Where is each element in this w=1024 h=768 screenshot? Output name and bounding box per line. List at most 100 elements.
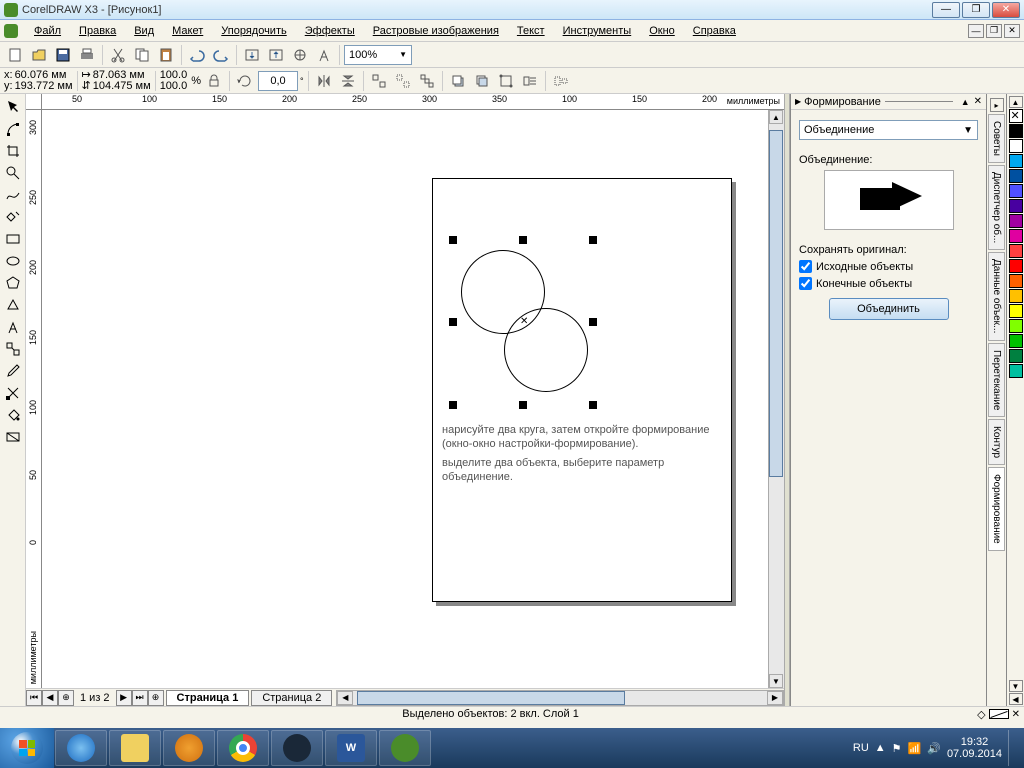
operation-select[interactable]: Объединение▼ <box>799 120 978 140</box>
task-steam[interactable] <box>271 730 323 766</box>
tray-show-hidden[interactable]: ▲ <box>875 742 886 754</box>
task-ie[interactable] <box>55 730 107 766</box>
menu-app-icon[interactable] <box>4 24 18 38</box>
maximize-button[interactable]: ❐ <box>962 2 990 18</box>
menu-help[interactable]: Справка <box>685 23 744 39</box>
fill-indicator[interactable] <box>989 709 1009 719</box>
palette-flyout-button[interactable]: ◀ <box>1009 693 1023 705</box>
ellipse-tool[interactable] <box>1 250 25 272</box>
freehand-tool[interactable] <box>1 184 25 206</box>
tab-shaping[interactable]: Формирование <box>988 467 1005 551</box>
height-input[interactable]: 104.475 мм <box>93 81 151 92</box>
lock-ratio-button[interactable] <box>203 70 225 92</box>
swatch-11[interactable] <box>1009 289 1023 303</box>
tab-blend[interactable]: Перетекание <box>988 343 1005 417</box>
app-launcher-button[interactable] <box>289 44 311 66</box>
y-coord[interactable]: 193.772 мм <box>15 81 73 92</box>
menu-edit[interactable]: Правка <box>71 23 124 39</box>
ungroup-button[interactable] <box>368 70 390 92</box>
sel-handle-mr[interactable] <box>589 318 597 326</box>
menu-arrange[interactable]: Упорядочить <box>213 23 294 39</box>
save-button[interactable] <box>52 44 74 66</box>
prev-page-button[interactable]: ◀ <box>42 690 58 706</box>
scroll-right-button[interactable]: ▶ <box>767 691 783 705</box>
sel-center[interactable]: ✕ <box>520 316 528 327</box>
export-button[interactable] <box>265 44 287 66</box>
source-objects-checkbox[interactable]: Исходные объекты <box>799 260 978 273</box>
scroll-left-button[interactable]: ◀ <box>337 691 353 705</box>
swatch-13[interactable] <box>1009 319 1023 333</box>
swatch-9[interactable] <box>1009 259 1023 273</box>
add-page-before-button[interactable]: ⊕ <box>58 690 74 706</box>
start-button[interactable] <box>0 728 54 768</box>
paste-button[interactable] <box>155 44 177 66</box>
sel-handle-bc[interactable] <box>519 401 527 409</box>
menu-file[interactable]: Файл <box>26 23 69 39</box>
next-page-button[interactable]: ▶ <box>116 690 132 706</box>
swatch-14[interactable] <box>1009 334 1023 348</box>
tab-contour[interactable]: Контур <box>988 419 1005 465</box>
tab-object-data[interactable]: Данные объек... <box>988 252 1005 340</box>
task-word[interactable]: W <box>325 730 377 766</box>
polygon-tool[interactable] <box>1 272 25 294</box>
task-explorer[interactable] <box>109 730 161 766</box>
sel-handle-tr[interactable] <box>589 236 597 244</box>
vertical-scrollbar[interactable]: ▲ ▼ <box>768 110 784 688</box>
import-button[interactable] <box>241 44 263 66</box>
smart-drawing-tool[interactable] <box>1 206 25 228</box>
docker-options-button[interactable]: ▸ <box>990 98 1004 112</box>
mdi-close[interactable]: ✕ <box>1004 24 1020 38</box>
tab-object-manager[interactable]: Диспетчер об... <box>988 165 1005 250</box>
tray-volume-icon[interactable]: 🔊 <box>927 742 941 755</box>
vertical-ruler[interactable]: 300 250 200 150 100 50 0 миллиметры <box>26 110 42 688</box>
sel-handle-ml[interactable] <box>449 318 457 326</box>
scroll-up-button[interactable]: ▲ <box>769 110 783 124</box>
rotation-input[interactable]: 0,0 <box>258 71 298 91</box>
swatch-8[interactable] <box>1009 244 1023 258</box>
to-front-button[interactable] <box>447 70 469 92</box>
tray-flag-icon[interactable]: ⚑ <box>892 742 902 755</box>
minimize-button[interactable]: — <box>932 2 960 18</box>
undo-button[interactable] <box>186 44 208 66</box>
menu-window[interactable]: Окно <box>641 23 683 39</box>
scale-y-input[interactable]: 100.0 <box>160 80 188 92</box>
outline-tool[interactable] <box>1 382 25 404</box>
copy-button[interactable] <box>131 44 153 66</box>
sel-handle-tc[interactable] <box>519 236 527 244</box>
scroll-thumb-h[interactable] <box>357 691 624 705</box>
crop-tool[interactable] <box>1 140 25 162</box>
swatch-12[interactable] <box>1009 304 1023 318</box>
tray-network-icon[interactable]: 📶 <box>908 742 922 755</box>
page-tab-2[interactable]: Страница 2 <box>251 690 332 706</box>
sel-handle-bl[interactable] <box>449 401 457 409</box>
scroll-thumb-v[interactable] <box>769 130 783 477</box>
menu-text[interactable]: Текст <box>509 23 553 39</box>
blend-tool[interactable] <box>1 338 25 360</box>
welcome-button[interactable] <box>313 44 335 66</box>
width-input[interactable]: 87.063 мм <box>93 70 145 81</box>
new-button[interactable] <box>4 44 26 66</box>
swatch-7[interactable] <box>1009 229 1023 243</box>
basic-shapes-tool[interactable] <box>1 294 25 316</box>
add-page-after-button[interactable]: ⊕ <box>148 690 164 706</box>
task-chrome[interactable] <box>217 730 269 766</box>
menu-view[interactable]: Вид <box>126 23 162 39</box>
mdi-minimize[interactable]: — <box>968 24 984 38</box>
close-button[interactable]: ✕ <box>992 2 1020 18</box>
page-tab-1[interactable]: Страница 1 <box>166 690 250 706</box>
swatch-15[interactable] <box>1009 349 1023 363</box>
menu-bitmaps[interactable]: Растровые изображения <box>365 23 507 39</box>
target-objects-checkbox[interactable]: Конечные объекты <box>799 277 978 290</box>
apply-button[interactable]: Объединить <box>829 298 949 320</box>
ruler-origin[interactable] <box>26 94 42 110</box>
sel-handle-tl[interactable] <box>449 236 457 244</box>
menu-tools[interactable]: Инструменты <box>555 23 640 39</box>
horizontal-ruler[interactable]: 50 100 150 200 250 300 350 100 150 200 м… <box>42 94 784 110</box>
rectangle-tool[interactable] <box>1 228 25 250</box>
task-corel[interactable] <box>379 730 431 766</box>
pick-tool[interactable] <box>1 96 25 118</box>
shape-tool[interactable] <box>1 118 25 140</box>
eyedropper-tool[interactable] <box>1 360 25 382</box>
docker-close-button[interactable]: ✕ <box>974 96 982 107</box>
swatch-6[interactable] <box>1009 214 1023 228</box>
